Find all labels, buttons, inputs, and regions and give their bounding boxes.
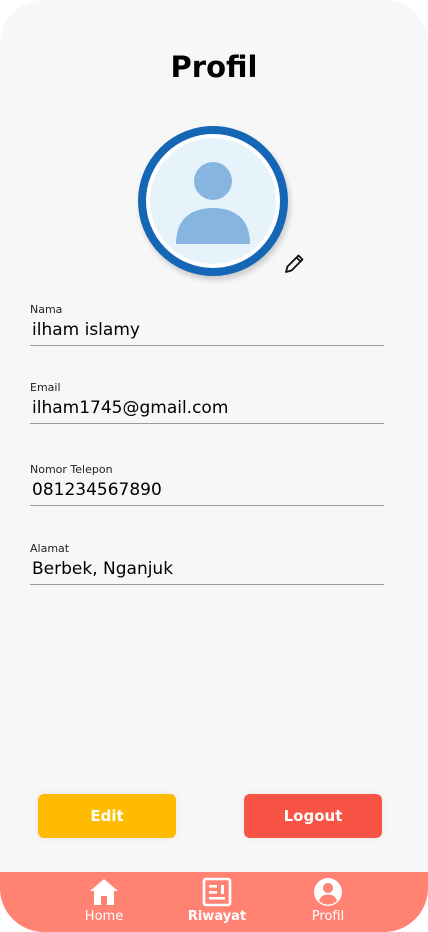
logout-button[interactable]: Logout <box>244 794 382 838</box>
receipt-icon <box>202 877 232 907</box>
avatar-ring <box>138 126 288 276</box>
page-title: Profil <box>170 50 258 84</box>
address-label: Alamat <box>30 542 70 555</box>
email-field: Email ilham1745@gmail.com <box>30 381 384 424</box>
person-icon <box>176 162 250 244</box>
pencil-icon[interactable] <box>282 252 306 276</box>
nav-label-profil: Profil <box>311 909 345 924</box>
home-icon <box>90 879 118 905</box>
account-circle-icon <box>314 878 342 906</box>
name-label: Nama <box>30 303 63 316</box>
address-input[interactable]: Berbek, Nganjuk <box>30 555 384 585</box>
avatar[interactable] <box>136 126 292 282</box>
name-input[interactable]: ilham islamy <box>30 316 384 346</box>
nav-item-riwayat[interactable]: Riwayat <box>169 872 265 932</box>
phone-label: Nomor Telepon <box>30 463 113 476</box>
phone-field: Nomor Telepon 081234567890 <box>30 463 384 506</box>
avatar-background <box>150 138 276 264</box>
nav-label-riwayat: Riwayat <box>187 909 247 924</box>
edit-button[interactable]: Edit <box>38 794 176 838</box>
nav-label-home: Home <box>84 909 124 924</box>
address-field: Alamat Berbek, Nganjuk <box>30 542 384 585</box>
name-field: Nama ilham islamy <box>30 303 384 346</box>
profile-screen: Profil Nama ilham islamy Email ilham1745… <box>0 0 428 932</box>
bottom-navbar: Home Riwayat Profil <box>0 872 428 932</box>
email-label: Email <box>30 381 61 394</box>
nav-item-profil[interactable]: Profil <box>280 872 376 932</box>
phone-input[interactable]: 081234567890 <box>30 476 384 506</box>
email-input[interactable]: ilham1745@gmail.com <box>30 394 384 424</box>
nav-item-home[interactable]: Home <box>56 872 152 932</box>
